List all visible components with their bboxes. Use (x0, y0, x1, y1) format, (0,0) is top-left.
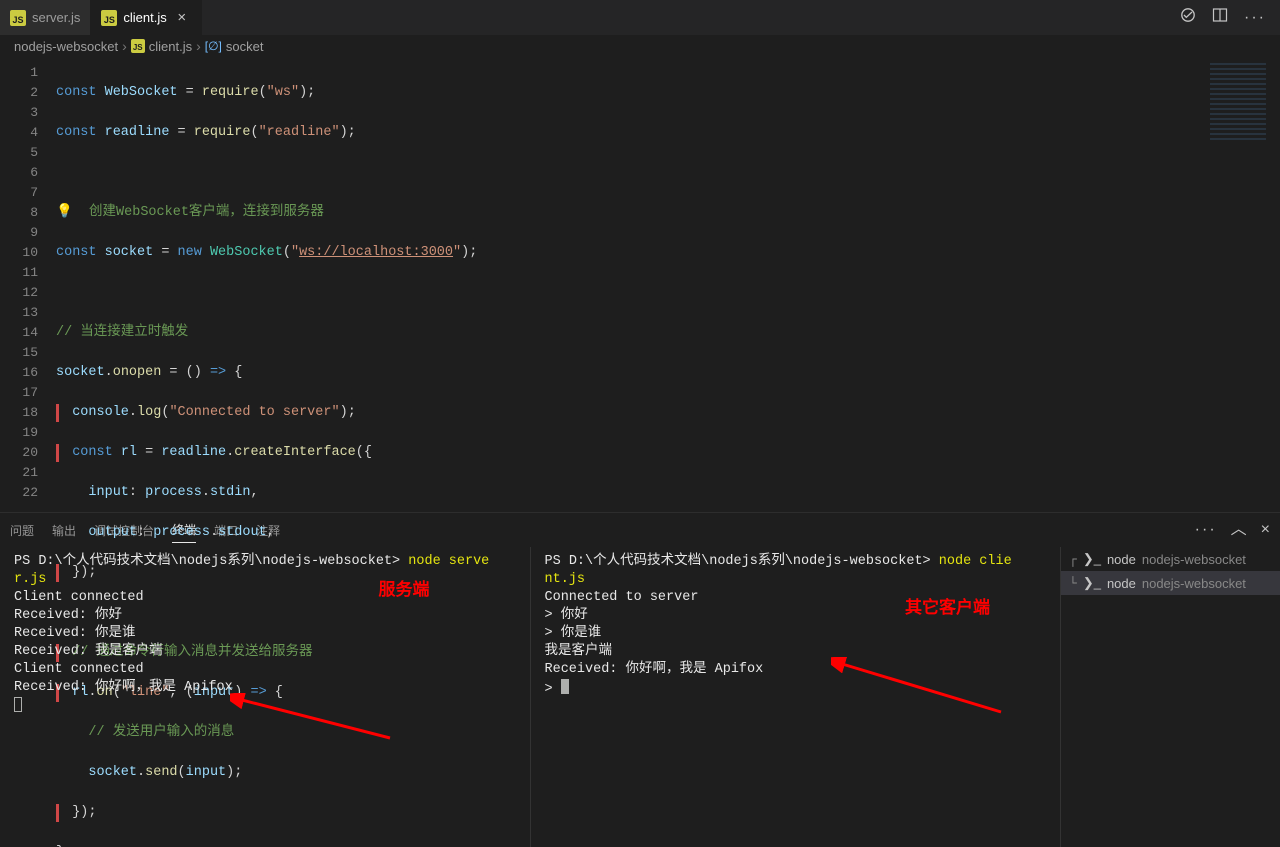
terminal-icon: ❯_ (1083, 551, 1101, 567)
breadcrumb-item[interactable]: socket (226, 39, 264, 54)
terminal-left[interactable]: PS D:\个人代码技术文档\nodejs系列\nodejs-websocket… (0, 547, 530, 847)
breadcrumb-item[interactable]: client.js (149, 39, 192, 54)
code-editor[interactable]: 12345678910111213141516171819202122 cons… (0, 57, 1280, 512)
js-file-icon: JS (10, 10, 26, 26)
terminal-split: PS D:\个人代码技术文档\nodejs系列\nodejs-websocket… (0, 547, 1280, 847)
more-actions-icon[interactable]: ··· (1244, 9, 1266, 27)
cursor (561, 679, 569, 694)
split-editor-icon[interactable] (1212, 7, 1228, 28)
terminal-entry[interactable]: └ ❯_ node nodejs-websocket (1061, 571, 1280, 595)
chevron-right-icon: › (122, 38, 127, 54)
tree-branch-icon: ┌ (1069, 552, 1077, 567)
tab-label: server.js (32, 10, 80, 25)
js-file-icon: JS (131, 39, 145, 53)
panel-actions: ··· ︿ × (1195, 522, 1270, 538)
tab-client-js[interactable]: JS client.js × (91, 0, 201, 35)
more-icon[interactable]: ··· (1195, 522, 1217, 538)
chevron-up-icon[interactable]: ︿ (1231, 522, 1247, 538)
terminal-icon: ❯_ (1083, 575, 1101, 591)
line-number-gutter: 12345678910111213141516171819202122 (0, 57, 56, 512)
chevron-right-icon: › (196, 38, 201, 54)
minimap[interactable] (1210, 63, 1266, 143)
breadcrumb[interactable]: nodejs-websocket › JS client.js › [∅] so… (0, 35, 1280, 57)
tree-branch-icon: └ (1069, 576, 1077, 591)
lightbulb-icon[interactable]: 💡 (56, 205, 73, 220)
terminal-list: ┌ ❯_ node nodejs-websocket └ ❯_ node nod… (1060, 547, 1280, 847)
title-actions: ··· (1166, 0, 1280, 35)
cursor (14, 697, 22, 712)
panel-tab-problems[interactable]: 问题 (10, 518, 34, 543)
terminal-entry[interactable]: ┌ ❯_ node nodejs-websocket (1061, 547, 1280, 571)
compare-icon[interactable] (1180, 7, 1196, 28)
js-file-icon: JS (101, 10, 117, 26)
tab-server-js[interactable]: JS server.js (0, 0, 91, 35)
tab-label: client.js (123, 10, 166, 25)
symbol-variable-icon: [∅] (205, 39, 222, 53)
code-area[interactable]: const WebSocket = require("ws"); const r… (56, 57, 477, 512)
close-icon[interactable]: × (1261, 522, 1270, 538)
breadcrumb-item[interactable]: nodejs-websocket (14, 39, 118, 54)
panel: 问题 输出 调试控制台 终端 端口 注释 ··· ︿ × PS D:\个人代码技… (0, 512, 1280, 847)
close-icon[interactable]: × (173, 9, 191, 26)
editor-tabbar: JS server.js JS client.js × ··· (0, 0, 1280, 35)
terminal-right[interactable]: PS D:\个人代码技术文档\nodejs系列\nodejs-websocket… (530, 547, 1061, 847)
